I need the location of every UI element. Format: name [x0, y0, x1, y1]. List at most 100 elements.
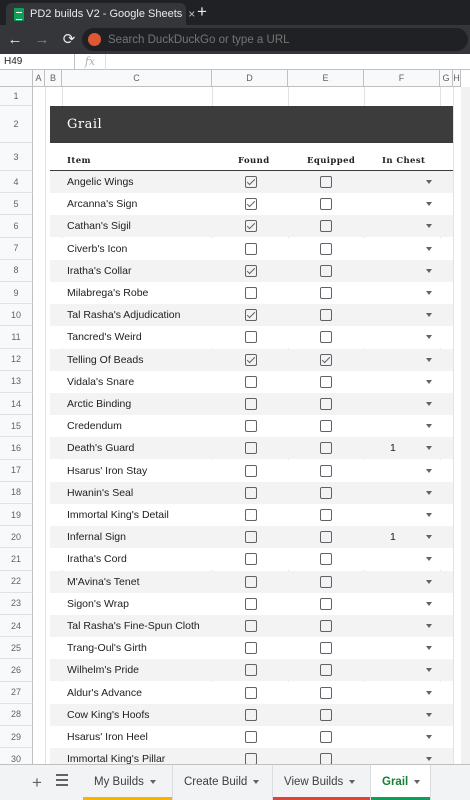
sheet-tab[interactable]: View Builds	[273, 765, 371, 800]
column-header[interactable]: D	[212, 70, 288, 87]
chevron-down-icon[interactable]	[426, 291, 432, 295]
select-all-corner[interactable]	[0, 70, 33, 87]
in-chest-value[interactable]: 1	[390, 526, 396, 548]
column-header[interactable]: H	[453, 70, 461, 87]
equipped-checkbox[interactable]	[320, 686, 332, 699]
found-checkbox[interactable]	[245, 597, 257, 610]
row-header[interactable]: 16	[0, 437, 33, 460]
equipped-checkbox[interactable]	[320, 731, 332, 743]
equipped-checkbox[interactable]	[320, 464, 332, 477]
row-header[interactable]: 3	[0, 143, 33, 171]
equipped-checkbox[interactable]	[320, 242, 332, 255]
chevron-down-icon[interactable]	[426, 357, 432, 362]
equipped-checkbox[interactable]	[320, 264, 332, 277]
chevron-down-icon[interactable]	[426, 601, 432, 606]
found-checkbox[interactable]	[245, 642, 257, 655]
equipped-checkbox[interactable]	[320, 398, 332, 410]
row-header[interactable]: 18	[0, 481, 33, 504]
row-header[interactable]: 20	[0, 526, 33, 549]
equipped-checkbox[interactable]	[320, 176, 332, 188]
row-header[interactable]: 14	[0, 393, 33, 416]
vertical-scrollbar[interactable]	[461, 87, 470, 764]
equipped-checkbox[interactable]	[320, 353, 332, 366]
row-header[interactable]: 24	[0, 615, 33, 638]
found-checkbox[interactable]	[245, 575, 257, 588]
found-checkbox[interactable]	[245, 353, 257, 366]
column-header[interactable]: G	[440, 70, 453, 87]
found-checkbox[interactable]	[245, 331, 257, 344]
found-checkbox[interactable]	[245, 176, 257, 188]
equipped-checkbox[interactable]	[320, 575, 332, 588]
found-checkbox[interactable]	[245, 287, 257, 299]
all-sheets-menu-icon[interactable]	[56, 774, 68, 786]
row-header[interactable]: 15	[0, 415, 33, 438]
row-header[interactable]: 29	[0, 726, 33, 749]
found-checkbox[interactable]	[245, 731, 257, 743]
chevron-down-icon[interactable]	[414, 779, 421, 784]
sheet-tab[interactable]: My Builds	[83, 765, 173, 800]
equipped-checkbox[interactable]	[320, 708, 332, 721]
name-box[interactable]: H49	[0, 53, 75, 70]
chevron-down-icon[interactable]	[426, 690, 432, 695]
chevron-down-icon[interactable]	[426, 246, 432, 251]
chevron-down-icon[interactable]	[426, 468, 432, 473]
found-checkbox[interactable]	[245, 464, 257, 477]
chevron-down-icon[interactable]	[426, 313, 432, 318]
equipped-checkbox[interactable]	[320, 597, 332, 610]
found-checkbox[interactable]	[245, 309, 257, 322]
column-header[interactable]: F	[364, 70, 440, 87]
equipped-checkbox[interactable]	[320, 309, 332, 322]
found-checkbox[interactable]	[245, 264, 257, 277]
column-header[interactable]: B	[45, 70, 62, 87]
chevron-down-icon[interactable]	[426, 335, 432, 340]
formula-input[interactable]	[105, 53, 470, 70]
found-checkbox[interactable]	[245, 553, 257, 566]
equipped-checkbox[interactable]	[320, 420, 332, 433]
browser-tab[interactable]: PD2 builds V2 - Google Sheets ×	[6, 3, 195, 25]
found-checkbox[interactable]	[245, 375, 257, 388]
column-header[interactable]: A	[33, 70, 45, 87]
row-header[interactable]: 7	[0, 237, 33, 260]
equipped-checkbox[interactable]	[320, 664, 332, 677]
found-checkbox[interactable]	[245, 531, 257, 544]
row-header[interactable]: 13	[0, 370, 33, 393]
found-checkbox[interactable]	[245, 664, 257, 677]
row-header[interactable]: 12	[0, 348, 33, 371]
chevron-down-icon[interactable]	[426, 513, 432, 517]
row-header[interactable]: 8	[0, 259, 33, 282]
reload-button[interactable]: ⟳	[57, 28, 81, 52]
in-chest-value[interactable]: 1	[390, 437, 396, 459]
chevron-down-icon[interactable]	[426, 579, 432, 584]
chevron-down-icon[interactable]	[253, 779, 260, 784]
row-header[interactable]: 6	[0, 215, 33, 238]
chevron-down-icon[interactable]	[426, 379, 432, 384]
column-header[interactable]: E	[288, 70, 364, 87]
chevron-down-icon[interactable]	[426, 446, 432, 451]
chevron-down-icon[interactable]	[149, 779, 156, 784]
new-tab-button[interactable]: +	[192, 2, 212, 22]
chevron-down-icon[interactable]	[426, 624, 432, 628]
chevron-down-icon[interactable]	[426, 668, 432, 673]
chevron-down-icon[interactable]	[426, 180, 432, 184]
row-header[interactable]: 28	[0, 703, 33, 726]
found-checkbox[interactable]	[245, 708, 257, 721]
found-checkbox[interactable]	[245, 509, 257, 521]
row-header[interactable]: 22	[0, 570, 33, 593]
found-checkbox[interactable]	[245, 242, 257, 255]
row-header[interactable]: 23	[0, 592, 33, 615]
chevron-down-icon[interactable]	[426, 424, 432, 429]
found-checkbox[interactable]	[245, 198, 257, 211]
found-checkbox[interactable]	[245, 620, 257, 632]
row-header[interactable]: 25	[0, 637, 33, 660]
chevron-down-icon[interactable]	[426, 712, 432, 717]
equipped-checkbox[interactable]	[320, 509, 332, 521]
equipped-checkbox[interactable]	[320, 531, 332, 544]
equipped-checkbox[interactable]	[320, 287, 332, 299]
found-checkbox[interactable]	[245, 442, 257, 455]
chevron-down-icon[interactable]	[426, 535, 432, 540]
chevron-down-icon[interactable]	[426, 735, 432, 739]
row-header[interactable]: 1	[0, 87, 33, 106]
chevron-down-icon[interactable]	[426, 646, 432, 651]
found-checkbox[interactable]	[245, 420, 257, 433]
row-header[interactable]: 9	[0, 282, 33, 305]
